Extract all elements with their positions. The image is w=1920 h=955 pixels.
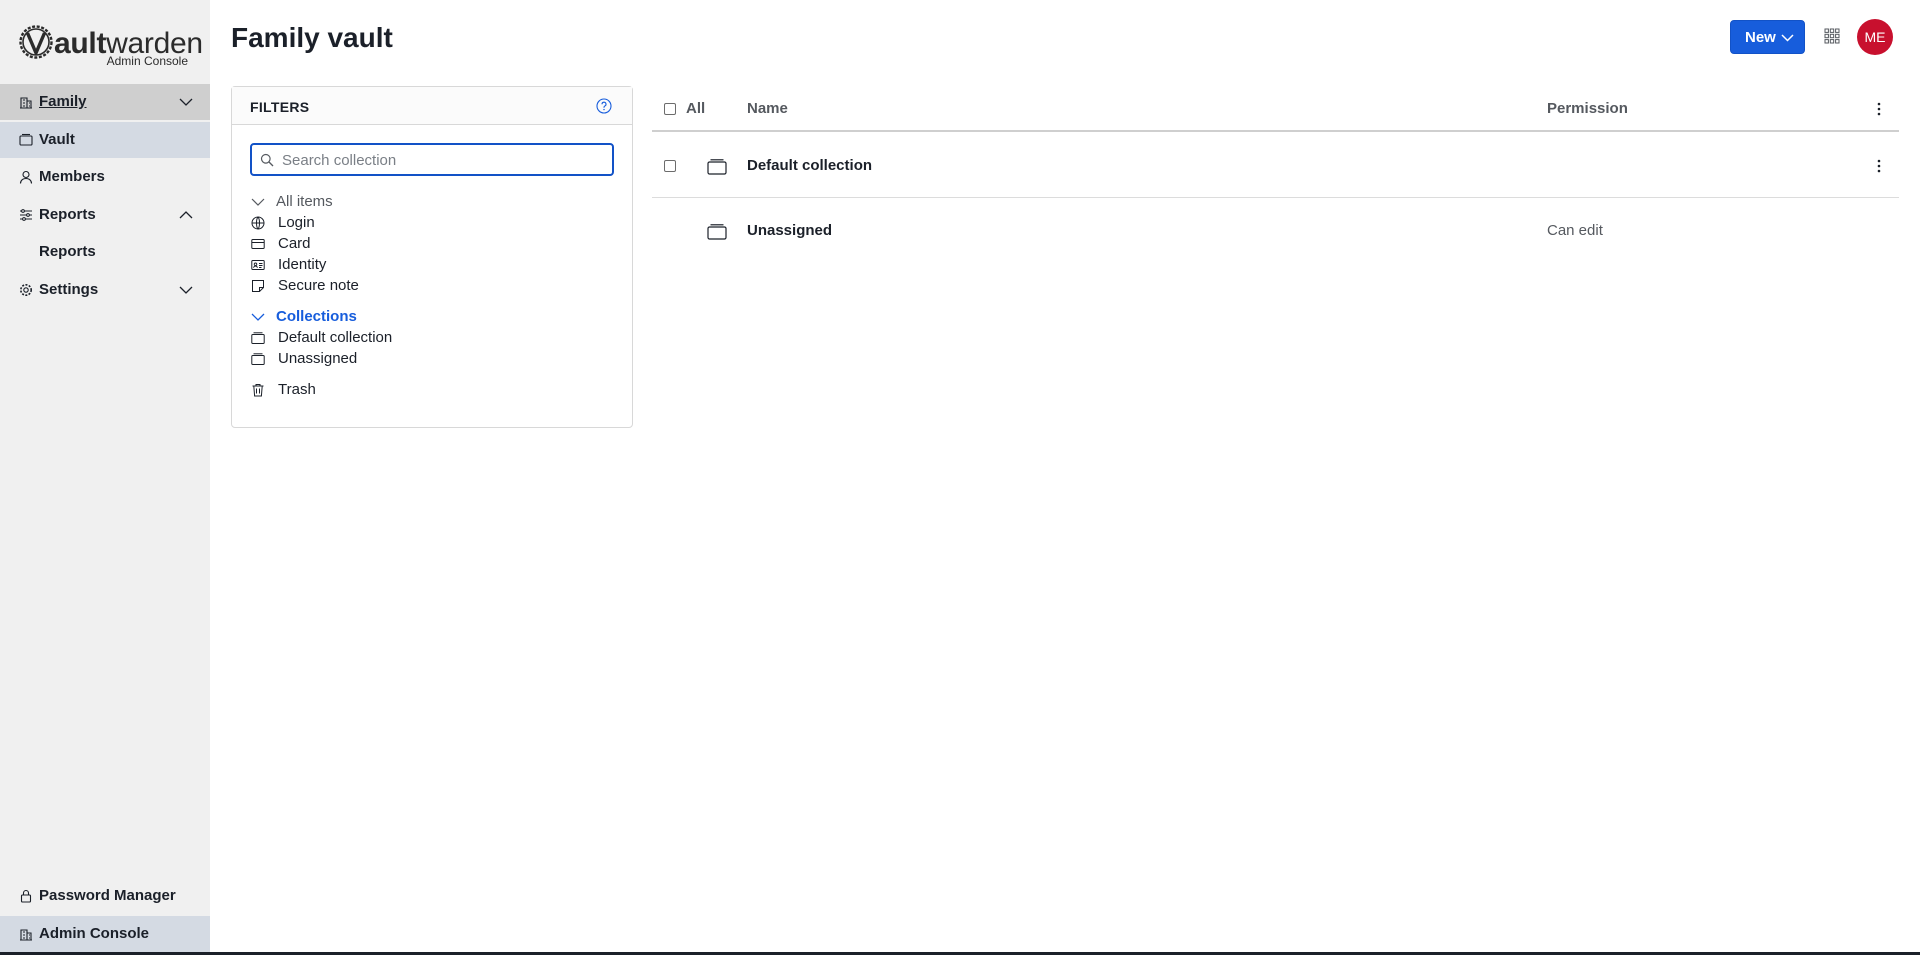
table-header: All Name Permission — [652, 86, 1899, 132]
row-name[interactable]: Default collection — [747, 157, 872, 174]
globe-icon — [251, 216, 265, 230]
user-icon — [19, 170, 33, 184]
sidebar-item-label: Reports — [39, 243, 96, 260]
header-permission[interactable]: Permission — [1547, 100, 1628, 118]
filter-label: Default collection — [278, 329, 393, 346]
trash-icon — [252, 384, 264, 397]
table-row[interactable]: Unassigned Can edit — [652, 199, 1899, 263]
chevron-up-icon — [179, 211, 193, 219]
chevron-down-icon — [179, 98, 193, 106]
more-options-icon[interactable] — [1877, 102, 1881, 116]
sidebar-item-reports[interactable]: Reports — [0, 197, 210, 233]
collection-icon — [251, 353, 265, 365]
chevron-down-icon — [179, 286, 193, 294]
header-name[interactable]: Name — [747, 100, 788, 118]
filter-label: Secure note — [278, 277, 359, 294]
building-icon — [20, 97, 32, 109]
collection-icon — [251, 332, 265, 344]
chevron-down-icon — [251, 198, 265, 206]
new-button-label: New — [1745, 28, 1776, 46]
org-name: Family — [39, 93, 87, 110]
app-switcher-icon[interactable] — [1824, 28, 1840, 44]
sidebar: Vaultwarden Admin Console Family Vault M… — [0, 0, 210, 955]
filter-label: Login — [278, 214, 315, 231]
collection-icon — [707, 159, 727, 175]
lock-icon — [20, 889, 32, 903]
note-icon — [252, 280, 264, 292]
filter-label: Collections — [276, 308, 357, 325]
search-collection-field[interactable] — [250, 143, 614, 176]
chevron-down-icon — [1781, 34, 1794, 42]
filter-label: Card — [278, 235, 311, 252]
credit-card-icon — [251, 239, 265, 249]
select-all-checkbox[interactable] — [664, 103, 676, 115]
sidebar-item-label: Admin Console — [39, 925, 150, 942]
filters-title: FILTERS — [250, 99, 310, 115]
filter-label: Unassigned — [278, 350, 358, 367]
building-icon — [20, 929, 32, 941]
filters-header: FILTERS — [232, 87, 632, 125]
collection-icon — [707, 224, 727, 240]
id-card-icon — [251, 260, 265, 270]
row-name[interactable]: Unassigned — [747, 222, 832, 239]
sidebar-org-switcher[interactable]: Family — [0, 84, 210, 120]
row-checkbox[interactable] — [664, 160, 676, 172]
sidebar-item-label: Reports — [39, 206, 96, 223]
gear-icon — [20, 284, 32, 296]
filter-label: Identity — [278, 256, 327, 273]
avatar-initials: ME — [1864, 29, 1886, 45]
search-collection-input[interactable] — [282, 149, 602, 171]
sidebar-item-members[interactable]: Members — [0, 159, 210, 195]
help-icon[interactable] — [596, 98, 612, 114]
sidebar-item-password-manager[interactable]: Password Manager — [0, 878, 210, 914]
table-row[interactable]: Default collection — [652, 134, 1899, 198]
vault-icon — [19, 133, 33, 146]
sliders-icon — [20, 209, 32, 221]
sidebar-item-admin-console[interactable]: Admin Console — [0, 916, 210, 955]
chevron-down-icon — [251, 313, 265, 321]
vaultwarden-logo[interactable]: Vaultwarden Admin Console — [18, 22, 203, 68]
sidebar-item-label: Members — [39, 168, 105, 185]
search-icon — [260, 153, 274, 167]
header-all[interactable]: All — [686, 100, 705, 118]
page-title: Family vault — [231, 22, 393, 53]
filter-label: All items — [276, 193, 333, 210]
row-options-icon[interactable] — [1877, 159, 1881, 173]
sidebar-item-label: Vault — [39, 131, 75, 148]
sidebar-item-vault[interactable]: Vault — [0, 122, 210, 158]
row-permission: Can edit — [1547, 222, 1603, 239]
filters-panel: FILTERS All items Login Card Identity Se… — [231, 86, 633, 428]
sidebar-subitem-reports[interactable]: Reports — [0, 234, 210, 270]
sidebar-item-label: Settings — [39, 281, 99, 298]
new-button[interactable]: New — [1730, 20, 1805, 54]
avatar[interactable]: ME — [1857, 19, 1893, 55]
sidebar-item-label: Password Manager — [39, 887, 176, 904]
sidebar-item-settings[interactable]: Settings — [0, 272, 210, 308]
logo-ault: ault — [54, 27, 107, 60]
logo-subtitle: Admin Console — [106, 54, 188, 68]
filter-label: Trash — [278, 381, 316, 398]
